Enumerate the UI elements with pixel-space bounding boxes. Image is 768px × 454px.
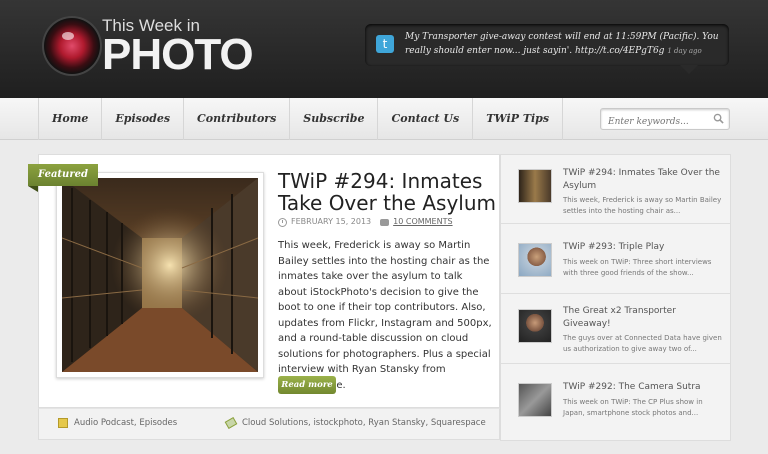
- post-title[interactable]: TWiP #294: Inmates Take Over the Asylum: [278, 170, 498, 214]
- nav-item-episodes[interactable]: Episodes: [101, 98, 183, 140]
- post-thumbnail: [518, 309, 552, 343]
- post-thumbnail: [518, 243, 552, 277]
- sidebar-post-title[interactable]: TWiP #294: Inmates Take Over the Asylum: [563, 167, 723, 193]
- post-thumbnail: [518, 169, 552, 203]
- list-item[interactable]: TWiP #294: Inmates Take Over the Asylum …: [501, 155, 730, 224]
- twitter-icon[interactable]: t: [376, 35, 394, 53]
- list-item[interactable]: TWiP #293: Triple Play This week on TWiP…: [501, 225, 730, 294]
- featured-image[interactable]: [56, 172, 264, 378]
- nav-item-contact-us[interactable]: Contact Us: [377, 98, 472, 140]
- nav-menu: Home Episodes Contributors Subscribe Con…: [38, 98, 564, 140]
- site-logo[interactable]: This Week in PHOTO: [44, 16, 304, 86]
- list-item[interactable]: The Great x2 Transporter Giveaway! The g…: [501, 295, 730, 364]
- tag-icon: [224, 417, 238, 429]
- featured-badge: Featured: [28, 164, 98, 192]
- sidebar-post-title[interactable]: TWiP #293: Triple Play: [563, 241, 723, 254]
- search-input[interactable]: [608, 112, 712, 132]
- recent-posts-sidebar: TWiP #294: Inmates Take Over the Asylum …: [500, 154, 731, 441]
- nav-item-contributors[interactable]: Contributors: [183, 98, 289, 140]
- latest-tweet: t My Transporter give-away contest will …: [365, 24, 729, 74]
- sidebar-post-title[interactable]: TWiP #292: The Camera Sutra: [563, 381, 723, 394]
- categories-links[interactable]: Audio Podcast, Episodes: [74, 418, 177, 428]
- post-meta: FEBRUARY 15, 2013 10 COMMENTS: [278, 215, 453, 229]
- sidebar-post-desc: This week on TWiP: The CP Plus show in J…: [563, 398, 703, 417]
- post-date: FEBRUARY 15, 2013: [291, 217, 372, 226]
- folder-icon: [58, 418, 68, 428]
- clock-icon: [278, 217, 287, 227]
- sidebar-post-title[interactable]: The Great x2 Transporter Giveaway!: [563, 305, 723, 331]
- nav-item-home[interactable]: Home: [38, 98, 101, 140]
- list-item[interactable]: TWiP #292: The Camera Sutra This week on…: [501, 365, 730, 434]
- post-thumbnail: [518, 383, 552, 417]
- nav-item-subscribe[interactable]: Subscribe: [289, 98, 377, 140]
- search-icon[interactable]: [713, 113, 724, 124]
- sidebar-post-desc: This week, Frederick is away so Martin B…: [563, 196, 722, 215]
- post-excerpt: This week, Frederick is away so Martin B…: [278, 240, 492, 391]
- comment-icon: [380, 218, 390, 226]
- post-categories: Audio Podcast, Episodes: [58, 418, 177, 428]
- camera-lens-icon: [44, 18, 100, 74]
- prison-corridor-image: [62, 178, 258, 372]
- read-more-button[interactable]: Read more: [278, 376, 336, 394]
- tweet-text[interactable]: My Transporter give-away contest will en…: [405, 30, 725, 58]
- nav-item-twip-tips[interactable]: TWiP Tips: [472, 98, 564, 140]
- search-box: [600, 108, 730, 132]
- tweet-time: 1 day ago: [667, 47, 702, 55]
- sidebar-post-desc: This week on TWiP: Three short interview…: [563, 258, 712, 277]
- sidebar-post-desc: The guys over at Connected Data have giv…: [563, 334, 722, 353]
- logo-wordmark: PHOTO: [102, 30, 254, 79]
- site-header: This Week in PHOTO t My Transporter give…: [0, 0, 768, 98]
- post-tags: Cloud Solutions, istockphoto, Ryan Stans…: [224, 417, 486, 429]
- tags-links[interactable]: Cloud Solutions, istockphoto, Ryan Stans…: [242, 418, 486, 428]
- comments-link[interactable]: 10 COMMENTS: [393, 215, 452, 229]
